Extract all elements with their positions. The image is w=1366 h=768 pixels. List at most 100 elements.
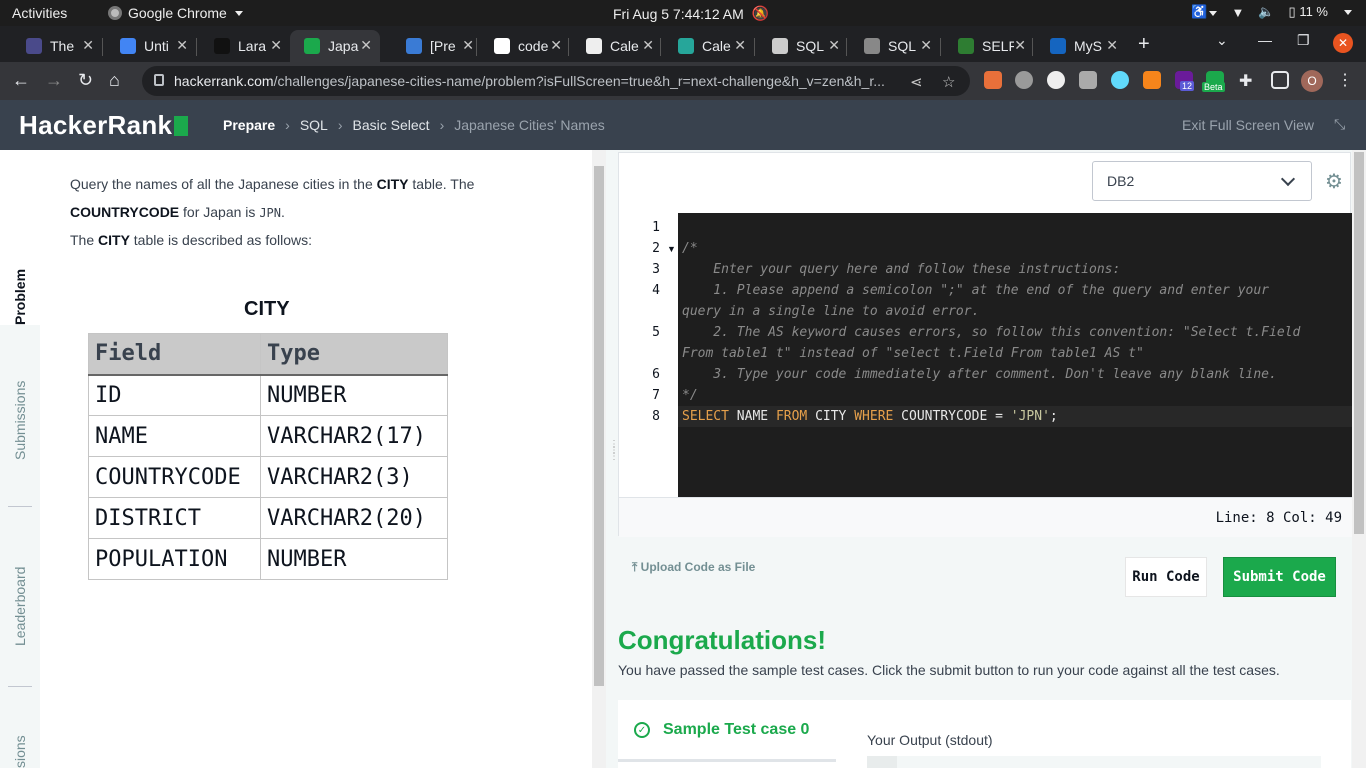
tab-title: Unti — [144, 38, 169, 54]
tab-close-icon[interactable]: ✕ — [176, 37, 188, 54]
activities-button[interactable]: Activities — [12, 5, 67, 21]
run-code-button[interactable]: Run Code — [1125, 557, 1207, 597]
problem-side-tabs: Problem Submissions Leaderboard sions — [0, 150, 40, 768]
hackerrank-logo[interactable]: HackerRank — [19, 110, 189, 141]
browser-tab[interactable]: SQL ✕ — [758, 30, 848, 62]
exit-full-screen-link[interactable]: Exit Full Screen View — [1182, 117, 1314, 133]
tab-close-icon[interactable]: ✕ — [642, 37, 654, 54]
code-comment-line: /* — [682, 241, 698, 256]
upload-code-link[interactable]: ⤒ Upload Code as File — [632, 560, 755, 575]
browser-tab[interactable]: SELF ✕ — [944, 30, 1034, 62]
code-comment-line: 2. The AS keyword causes errors, so foll… — [682, 325, 1301, 340]
clock[interactable]: Fri Aug 5 7:44:12 AM 🔕 — [613, 5, 769, 22]
extensions-puzzle-icon[interactable]: ✚ — [1239, 71, 1257, 90]
tab-close-icon[interactable]: ✕ — [82, 37, 94, 54]
browser-tab[interactable]: The ✕ — [12, 30, 102, 62]
tab-favicon-icon — [864, 38, 880, 54]
back-icon[interactable]: ← — [12, 70, 30, 91]
tab-leaderboard-label: Leaderboard — [12, 566, 28, 646]
reload-icon[interactable]: ↻ — [78, 70, 93, 91]
code-query-line: SELECT NAME FROM CITY WHERE COUNTRYCODE … — [678, 406, 1352, 427]
tab-close-icon[interactable]: ✕ — [550, 37, 562, 54]
tab-separator — [1032, 38, 1033, 56]
tab-close-icon[interactable]: ✕ — [734, 37, 746, 54]
browser-tab[interactable]: Lara ✕ — [200, 30, 290, 62]
language-select[interactable]: DB2 — [1092, 161, 1312, 201]
tab-favicon-icon — [1050, 38, 1066, 54]
tab-close-icon[interactable]: ✕ — [920, 37, 932, 54]
scrollbar-thumb[interactable] — [1354, 152, 1364, 534]
fold-arrow-icon[interactable]: ▼ — [667, 244, 676, 254]
line-number: 2 — [652, 241, 660, 256]
tab-close-icon[interactable]: ✕ — [462, 37, 474, 54]
extension-icon-1[interactable] — [984, 71, 1002, 89]
new-tab-button[interactable]: + — [1138, 33, 1150, 56]
rail-divider — [8, 506, 32, 507]
tab-close-icon[interactable]: ✕ — [828, 37, 840, 54]
browser-tab[interactable]: MyS ✕ — [1036, 30, 1126, 62]
problem-scrollbar[interactable] — [592, 150, 606, 768]
table-row: NAME VARCHAR2(17) — [88, 415, 448, 457]
extension-w-icon[interactable] — [1047, 71, 1065, 89]
field-cell: NAME — [88, 415, 261, 457]
pane-splitter[interactable]: ⋮⋮⋮⋮⋮⋮ — [606, 150, 628, 768]
breadcrumb-current: Japanese Cities' Names — [454, 117, 605, 133]
type-cell: NUMBER — [260, 538, 448, 580]
line-number: 7 — [652, 388, 660, 403]
tab-separator — [102, 38, 103, 56]
tab-close-icon[interactable]: ✕ — [360, 37, 372, 54]
forward-icon[interactable]: → — [45, 70, 63, 91]
cursor-position: Line: 8 Col: 49 — [1215, 510, 1342, 526]
test-case-tab[interactable]: ✓ Sample Test case 0 — [618, 700, 836, 762]
side-panel-icon[interactable] — [1271, 71, 1289, 89]
code-area[interactable]: /* Enter your query here and follow thes… — [678, 213, 1352, 497]
accessibility-icon: ♿ — [1191, 4, 1218, 20]
extension-settings-icon[interactable] — [1015, 71, 1033, 89]
browser-tab[interactable]: Unti ✕ — [106, 30, 196, 62]
tab-problem[interactable]: Problem — [0, 150, 40, 325]
gear-icon[interactable]: ⚙ — [1325, 169, 1343, 194]
share-icon[interactable]: ⋖ — [910, 73, 923, 91]
maximize-icon[interactable]: ❐ — [1297, 32, 1310, 49]
tab-submissions[interactable]: Submissions — [0, 360, 40, 460]
minimize-icon[interactable]: — — [1258, 32, 1272, 48]
collapse-icon[interactable]: ⤡ — [1334, 116, 1345, 133]
browser-tab[interactable]: Cale ✕ — [664, 30, 754, 62]
home-icon[interactable]: ⌂ — [109, 70, 120, 91]
breadcrumb-basic-select[interactable]: Basic Select — [353, 117, 430, 133]
browser-tab[interactable]: Cale ✕ — [572, 30, 662, 62]
tab-close-icon[interactable]: ✕ — [1106, 37, 1118, 54]
react-devtools-icon[interactable] — [1111, 71, 1129, 89]
profile-avatar[interactable]: O — [1301, 70, 1323, 92]
tab-search-icon[interactable]: ⌄ — [1216, 32, 1228, 49]
tab-close-icon[interactable]: ✕ — [270, 37, 282, 54]
bookmark-star-icon[interactable]: ☆ — [942, 73, 955, 91]
browser-tab[interactable]: [Pre ✕ — [392, 30, 482, 62]
extension-v-icon[interactable] — [1079, 71, 1097, 89]
scrollbar-thumb[interactable] — [594, 166, 604, 686]
battery-indicator: ▯ 11 % — [1289, 4, 1328, 20]
menu-kebab-icon[interactable]: ⋮ — [1337, 70, 1353, 90]
tab-title: SQL — [796, 38, 825, 54]
url-host: hackerrank.com — [174, 73, 274, 89]
breadcrumb-prepare[interactable]: Prepare — [223, 117, 275, 133]
browser-tab[interactable]: SQL ✕ — [850, 30, 940, 62]
metamask-icon[interactable] — [1143, 71, 1161, 89]
browser-tab[interactable]: code ✕ — [480, 30, 570, 62]
app-menu[interactable]: Google Chrome — [108, 5, 243, 21]
address-bar[interactable]: hackerrank.com/challenges/japanese-citie… — [142, 66, 970, 96]
editor-scrollbar[interactable] — [1352, 150, 1366, 768]
submit-code-button[interactable]: Submit Code — [1223, 557, 1336, 597]
city-schema-table: Field Type ID NUMBER NAME VARCHAR2(17) COU… — [88, 333, 448, 580]
browser-tab[interactable]: Japa ✕ — [290, 30, 380, 62]
tab-close-icon[interactable]: ✕ — [1014, 37, 1026, 54]
tab-leaderboard[interactable]: Leaderboard — [0, 546, 40, 646]
close-window-icon[interactable]: ✕ — [1333, 33, 1353, 53]
notifications-off-icon: 🔕 — [751, 5, 770, 21]
tab-favicon-icon — [494, 38, 510, 54]
table-row: COUNTRYCODE VARCHAR2(3) — [88, 456, 448, 498]
breadcrumb-sql[interactable]: SQL — [300, 117, 328, 133]
code-comment-line: 1. Please append a semicolon ";" at the … — [682, 283, 1269, 298]
system-tray[interactable]: ♿ ▼ 🔈 ▯ 11 % — [1191, 4, 1352, 20]
tab-discussions[interactable]: sions — [0, 735, 40, 768]
